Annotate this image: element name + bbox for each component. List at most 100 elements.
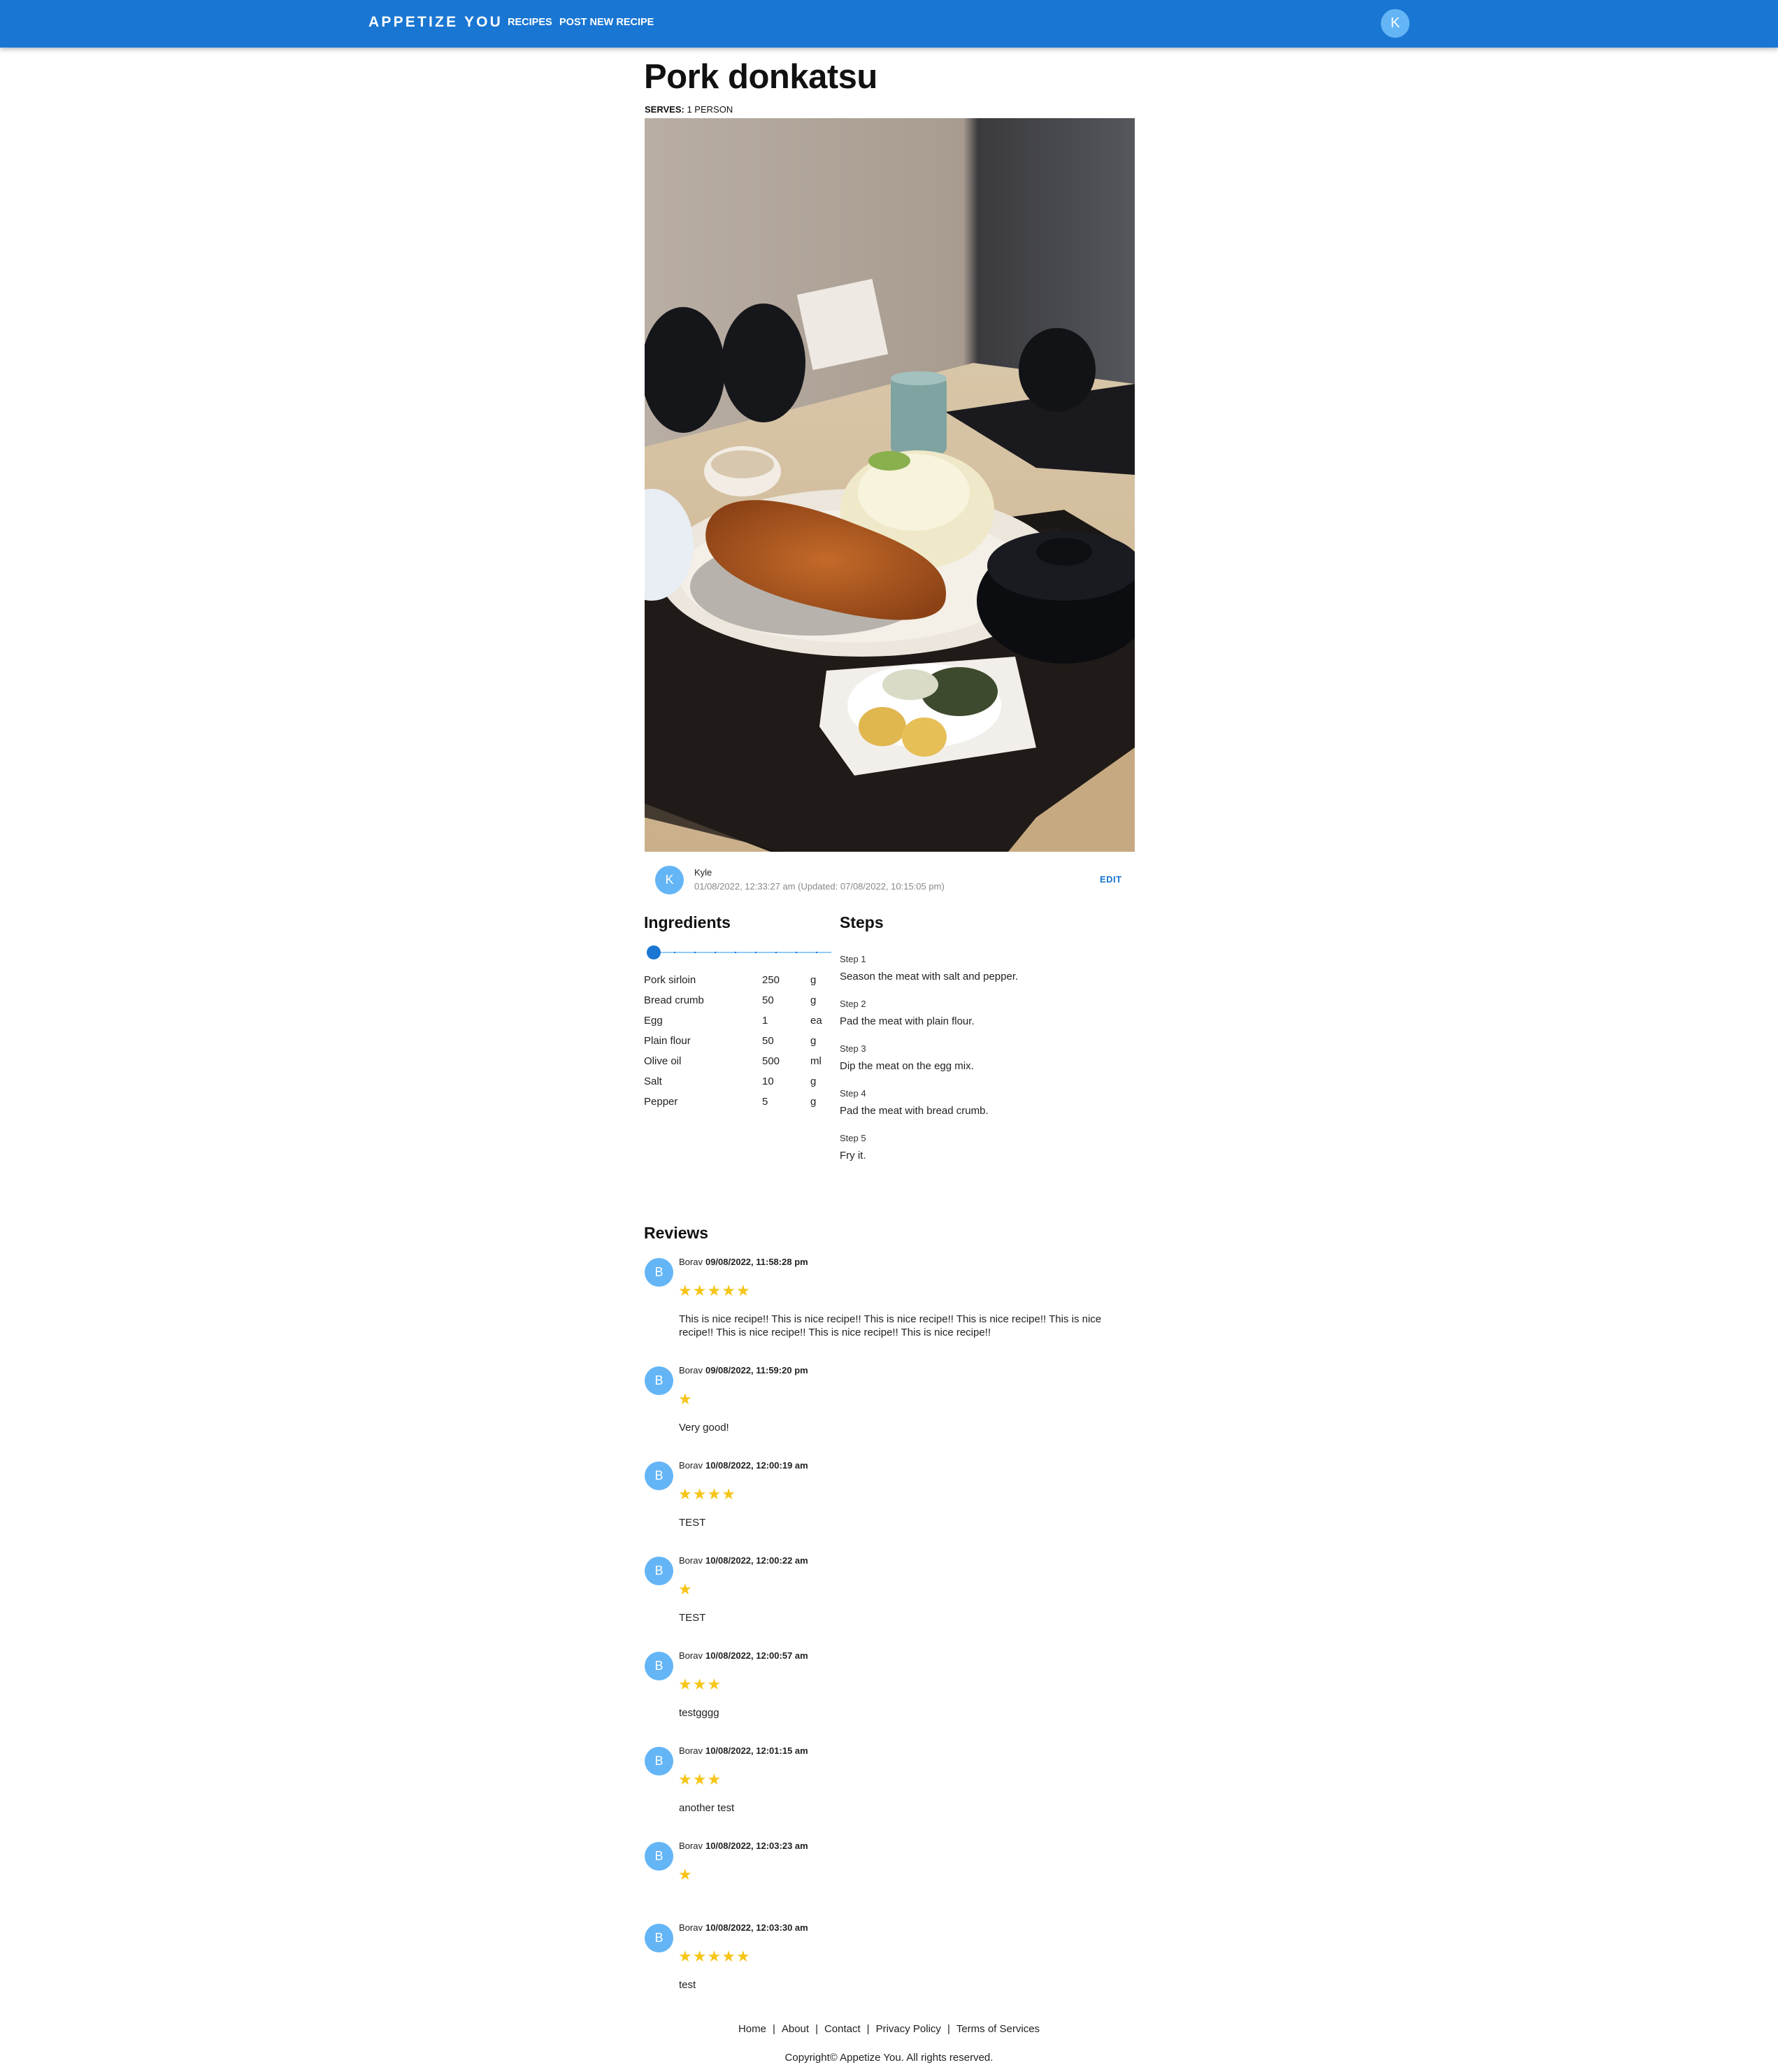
nav-post-new-recipe[interactable]: POST NEW RECIPE <box>559 17 654 28</box>
ingredient-unit: g <box>810 994 817 1006</box>
nav-recipes[interactable]: RECIPES <box>508 17 552 28</box>
step-label: Step 1 <box>840 954 866 964</box>
reviewer-name: Borav <box>679 1650 703 1661</box>
star-icon: ★ <box>678 1948 693 1965</box>
reviewer-avatar: B <box>645 1258 673 1287</box>
review-text: TEST <box>679 1517 706 1529</box>
serving-slider[interactable] <box>647 945 831 960</box>
star-icon: ★ <box>678 1485 693 1503</box>
review-header: Borav 10/08/2022, 12:03:30 am <box>679 1922 808 1933</box>
footer-separator: | <box>815 2023 818 2035</box>
review-text: test <box>679 1979 696 1991</box>
user-avatar[interactable]: K <box>1381 9 1410 38</box>
recipe-date: 01/08/2022, 12:33:27 am (Updated: 07/08/… <box>694 881 945 892</box>
brand-logo[interactable]: APPETIZE YOU <box>368 14 503 31</box>
star-icon: ★ <box>707 1771 722 1788</box>
review-rating: ★★★ <box>678 1677 722 1692</box>
star-icon: ★ <box>678 1282 693 1299</box>
star-icon: ★ <box>692 1485 708 1503</box>
star-icon: ★ <box>692 1948 708 1965</box>
review-rating: ★★★★★ <box>678 1283 751 1299</box>
ingredient-qty: 1 <box>762 1015 768 1027</box>
reviewer-name: Borav <box>679 1555 703 1566</box>
review-rating: ★ <box>678 1582 693 1597</box>
review-header: Borav 10/08/2022, 12:03:23 am <box>679 1841 808 1851</box>
slider-thumb[interactable] <box>647 945 661 959</box>
review-rating: ★ <box>678 1392 693 1407</box>
ingredient-qty: 50 <box>762 994 774 1006</box>
recipe-title: Pork donkatsu <box>644 58 877 96</box>
reviewer-name: Borav <box>679 1460 703 1471</box>
star-icon: ★ <box>692 1771 708 1788</box>
footer-link-privacy[interactable]: Privacy Policy <box>876 2023 941 2035</box>
author-name: Kyle <box>694 867 712 878</box>
review-header: Borav 10/08/2022, 12:00:57 am <box>679 1650 808 1661</box>
star-icon: ★ <box>707 1948 722 1965</box>
step-label: Step 2 <box>840 999 866 1009</box>
review-header: Borav 10/08/2022, 12:01:15 am <box>679 1745 808 1756</box>
ingredient-qty: 250 <box>762 974 780 986</box>
footer-separator: | <box>772 2023 775 2035</box>
ingredient-row: Olive oil 500 ml <box>644 1055 827 1071</box>
ingredient-name: Pork sirloin <box>644 974 696 986</box>
review-date: 10/08/2022, 12:01:15 am <box>705 1745 808 1756</box>
review-rating: ★ <box>678 1867 693 1882</box>
ingredient-name: Salt <box>644 1076 662 1087</box>
review-date: 10/08/2022, 12:03:23 am <box>705 1841 808 1851</box>
reviewer-avatar: B <box>645 1557 673 1585</box>
reviewer-name: Borav <box>679 1257 703 1267</box>
step-text: Pad the meat with plain flour. <box>840 1015 975 1027</box>
slider-track[interactable] <box>654 952 831 953</box>
reviewer-name: Borav <box>679 1841 703 1851</box>
star-icon: ★ <box>678 1390 693 1408</box>
review-text: testgggg <box>679 1707 719 1719</box>
footer-link-terms[interactable]: Terms of Services <box>956 2023 1040 2035</box>
star-icon: ★ <box>707 1676 722 1693</box>
reviewer-name: Borav <box>679 1365 703 1376</box>
review-date: 10/08/2022, 12:00:19 am <box>705 1460 808 1471</box>
ingredient-name: Olive oil <box>644 1055 682 1067</box>
star-icon: ★ <box>678 1580 693 1598</box>
star-icon: ★ <box>692 1676 708 1693</box>
star-icon: ★ <box>707 1485 722 1503</box>
review-text: This is nice recipe!! This is nice recip… <box>679 1313 1102 1338</box>
ingredient-unit: ml <box>810 1055 822 1067</box>
ingredient-row: Bread crumb 50 g <box>644 994 827 1010</box>
reviewer-avatar: B <box>645 1366 673 1395</box>
slider-tick <box>755 952 757 953</box>
edit-button[interactable]: EDIT <box>1100 874 1122 885</box>
serves-label: SERVES: <box>645 104 684 115</box>
star-icon: ★ <box>707 1282 722 1299</box>
ingredient-qty: 5 <box>762 1096 768 1108</box>
footer-link-about[interactable]: About <box>782 2023 809 2035</box>
ingredient-row: Pepper 5 g <box>644 1096 827 1111</box>
review-date: 09/08/2022, 11:59:20 pm <box>705 1365 808 1376</box>
review-header: Borav 09/08/2022, 11:59:20 pm <box>679 1365 808 1376</box>
review-date: 10/08/2022, 12:00:57 am <box>705 1650 808 1661</box>
serves-value: 1 PERSON <box>687 104 733 115</box>
review-rating: ★★★ <box>678 1772 722 1787</box>
footer-link-contact[interactable]: Contact <box>824 2023 861 2035</box>
ingredients-title: Ingredients <box>644 913 731 931</box>
reviews-title: Reviews <box>644 1224 709 1242</box>
slider-tick <box>796 952 797 953</box>
star-icon: ★ <box>678 1676 693 1693</box>
author-avatar: K <box>655 866 684 894</box>
ingredient-qty: 10 <box>762 1076 774 1087</box>
ingredient-row: Pork sirloin 250 g <box>644 974 827 989</box>
slider-tick <box>775 952 777 953</box>
ingredient-name: Bread crumb <box>644 994 704 1006</box>
star-icon: ★ <box>678 1771 693 1788</box>
step-label: Step 3 <box>840 1043 866 1054</box>
star-icon: ★ <box>722 1948 736 1965</box>
footer-separator: | <box>866 2023 870 2035</box>
footer-link-home[interactable]: Home <box>738 2023 766 2035</box>
slider-tick <box>735 952 736 953</box>
slider-tick <box>816 952 817 953</box>
step-text: Season the meat with salt and pepper. <box>840 971 1019 983</box>
reviewer-name: Borav <box>679 1745 703 1756</box>
copyright: Copyright© Appetize You. All rights rese… <box>784 2052 994 2064</box>
review-header: Borav 09/08/2022, 11:58:28 pm <box>679 1257 808 1267</box>
reviewer-avatar: B <box>645 1462 673 1490</box>
ingredient-name: Plain flour <box>644 1035 691 1047</box>
